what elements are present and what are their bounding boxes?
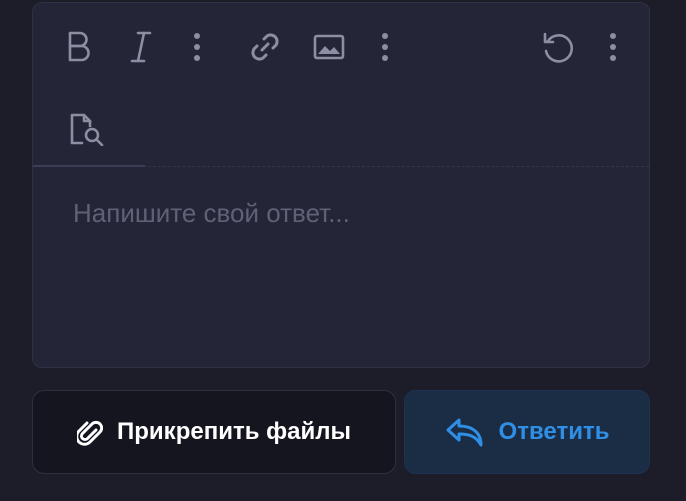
- bold-icon: [65, 30, 93, 64]
- reply-arrow-icon: [445, 416, 485, 448]
- reply-button[interactable]: Ответить: [404, 390, 650, 474]
- more-vertical-icon: [193, 32, 201, 62]
- image-button[interactable]: [309, 27, 349, 67]
- italic-icon: [128, 30, 154, 64]
- undo-icon: [540, 30, 574, 64]
- more-vertical-icon: [381, 32, 389, 62]
- paperclip-icon: [77, 417, 104, 447]
- document-search-icon: [68, 112, 106, 146]
- attach-files-label: Прикрепить файлы: [117, 418, 351, 445]
- more-vertical-icon: [609, 32, 617, 62]
- reply-textarea[interactable]: [33, 168, 649, 367]
- link-button[interactable]: [245, 27, 285, 67]
- undo-button[interactable]: [537, 27, 577, 67]
- toolbar-more-button-3[interactable]: [593, 27, 633, 67]
- toolbar-divider-highlight: [33, 165, 145, 167]
- reply-label: Ответить: [498, 418, 610, 445]
- preview-button[interactable]: [67, 109, 107, 149]
- reply-editor: [32, 2, 650, 368]
- toolbar-more-button-1[interactable]: [177, 27, 217, 67]
- link-icon: [248, 30, 282, 64]
- bold-button[interactable]: [59, 27, 99, 67]
- italic-button[interactable]: [121, 27, 161, 67]
- editor-toolbar: [33, 3, 649, 167]
- attach-files-button[interactable]: Прикрепить файлы: [32, 390, 396, 474]
- image-icon: [313, 34, 345, 60]
- toolbar-more-button-2[interactable]: [365, 27, 405, 67]
